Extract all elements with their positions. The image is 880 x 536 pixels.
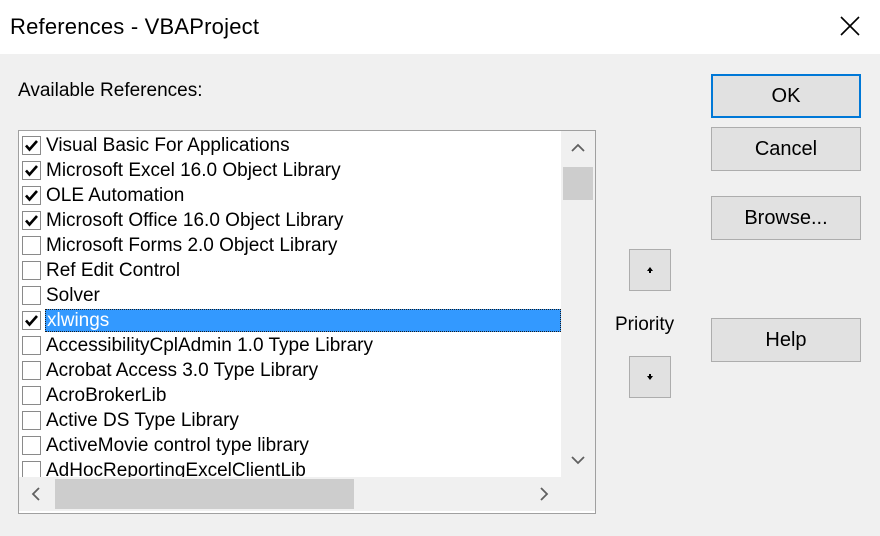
reference-checkbox[interactable] xyxy=(22,311,41,330)
cancel-button[interactable]: Cancel xyxy=(711,127,861,171)
list-item[interactable]: Active DS Type Library xyxy=(19,408,561,433)
list-item[interactable]: ActiveMovie control type library xyxy=(19,433,561,458)
horizontal-scrollbar[interactable] xyxy=(19,477,561,511)
scroll-down-button[interactable] xyxy=(561,443,595,477)
title-bar: References - VBAProject xyxy=(0,0,880,54)
list-item[interactable]: Solver xyxy=(19,283,561,308)
close-button[interactable] xyxy=(830,8,870,44)
reference-label: Microsoft Office 16.0 Object Library xyxy=(46,210,344,231)
list-item[interactable]: OLE Automation xyxy=(19,183,561,208)
reference-label: Microsoft Forms 2.0 Object Library xyxy=(46,235,338,256)
horizontal-scroll-thumb[interactable] xyxy=(55,479,354,509)
available-references-label: Available References: xyxy=(18,80,203,101)
priority-down-button[interactable] xyxy=(629,356,671,398)
checkmark-icon xyxy=(25,140,38,152)
list-item[interactable]: AcroBrokerLib xyxy=(19,383,561,408)
scroll-up-button[interactable] xyxy=(561,131,595,165)
list-item[interactable]: AccessibilityCplAdmin 1.0 Type Library xyxy=(19,333,561,358)
reference-label: Visual Basic For Applications xyxy=(46,135,290,156)
vertical-scroll-thumb[interactable] xyxy=(563,167,593,200)
scroll-right-button[interactable] xyxy=(527,477,561,511)
reference-label: xlwings xyxy=(45,309,561,332)
reference-label: ActiveMovie control type library xyxy=(46,435,309,456)
help-button[interactable]: Help xyxy=(711,318,861,362)
reference-checkbox[interactable] xyxy=(22,261,41,280)
reference-label: AccessibilityCplAdmin 1.0 Type Library xyxy=(46,335,374,356)
references-list[interactable]: Visual Basic For Applications Microsoft E… xyxy=(18,130,596,514)
reference-checkbox[interactable] xyxy=(22,161,41,180)
browse-button[interactable]: Browse... xyxy=(711,196,861,240)
reference-checkbox[interactable] xyxy=(22,211,41,230)
chevron-down-icon xyxy=(571,456,585,465)
vertical-scrollbar[interactable] xyxy=(561,131,595,477)
reference-checkbox[interactable] xyxy=(22,236,41,255)
reference-checkbox[interactable] xyxy=(22,386,41,405)
reference-label: AcroBrokerLib xyxy=(46,385,167,406)
checkmark-icon xyxy=(25,215,38,227)
list-item[interactable]: xlwings xyxy=(19,308,561,333)
list-item[interactable]: Microsoft Excel 16.0 Object Library xyxy=(19,158,561,183)
scroll-left-button[interactable] xyxy=(19,477,53,511)
list-item[interactable]: Visual Basic For Applications xyxy=(19,133,561,158)
reference-checkbox[interactable] xyxy=(22,336,41,355)
list-item[interactable]: Acrobat Access 3.0 Type Library xyxy=(19,358,561,383)
chevron-up-icon xyxy=(571,143,585,152)
scrollbar-corner xyxy=(561,477,595,511)
reference-checkbox[interactable] xyxy=(22,136,41,155)
reference-label: Acrobat Access 3.0 Type Library xyxy=(46,360,319,381)
chevron-right-icon xyxy=(540,487,549,501)
list-item[interactable]: Microsoft Forms 2.0 Object Library xyxy=(19,233,561,258)
references-list-rows: Visual Basic For Applications Microsoft E… xyxy=(19,133,561,481)
reference-checkbox[interactable] xyxy=(22,361,41,380)
reference-checkbox[interactable] xyxy=(22,411,41,430)
reference-label: Solver xyxy=(46,285,100,306)
reference-label: Ref Edit Control xyxy=(46,260,181,281)
ok-button[interactable]: OK xyxy=(711,74,861,118)
list-item[interactable]: Ref Edit Control xyxy=(19,258,561,283)
list-item[interactable]: Microsoft Office 16.0 Object Library xyxy=(19,208,561,233)
reference-checkbox[interactable] xyxy=(22,286,41,305)
reference-label: Active DS Type Library xyxy=(46,410,239,431)
reference-label: Microsoft Excel 16.0 Object Library xyxy=(46,160,341,181)
priority-label: Priority xyxy=(615,314,675,335)
reference-label: OLE Automation xyxy=(46,185,185,206)
close-icon xyxy=(840,16,860,36)
checkmark-icon xyxy=(25,190,38,202)
reference-checkbox[interactable] xyxy=(22,436,41,455)
reference-checkbox[interactable] xyxy=(22,186,41,205)
arrow-down-icon xyxy=(647,374,653,380)
checkmark-icon xyxy=(25,165,38,177)
checkmark-icon xyxy=(25,315,38,327)
chevron-left-icon xyxy=(31,487,40,501)
window-title: References - VBAProject xyxy=(10,14,260,39)
priority-up-button[interactable] xyxy=(629,249,671,291)
arrow-up-icon xyxy=(647,267,653,273)
